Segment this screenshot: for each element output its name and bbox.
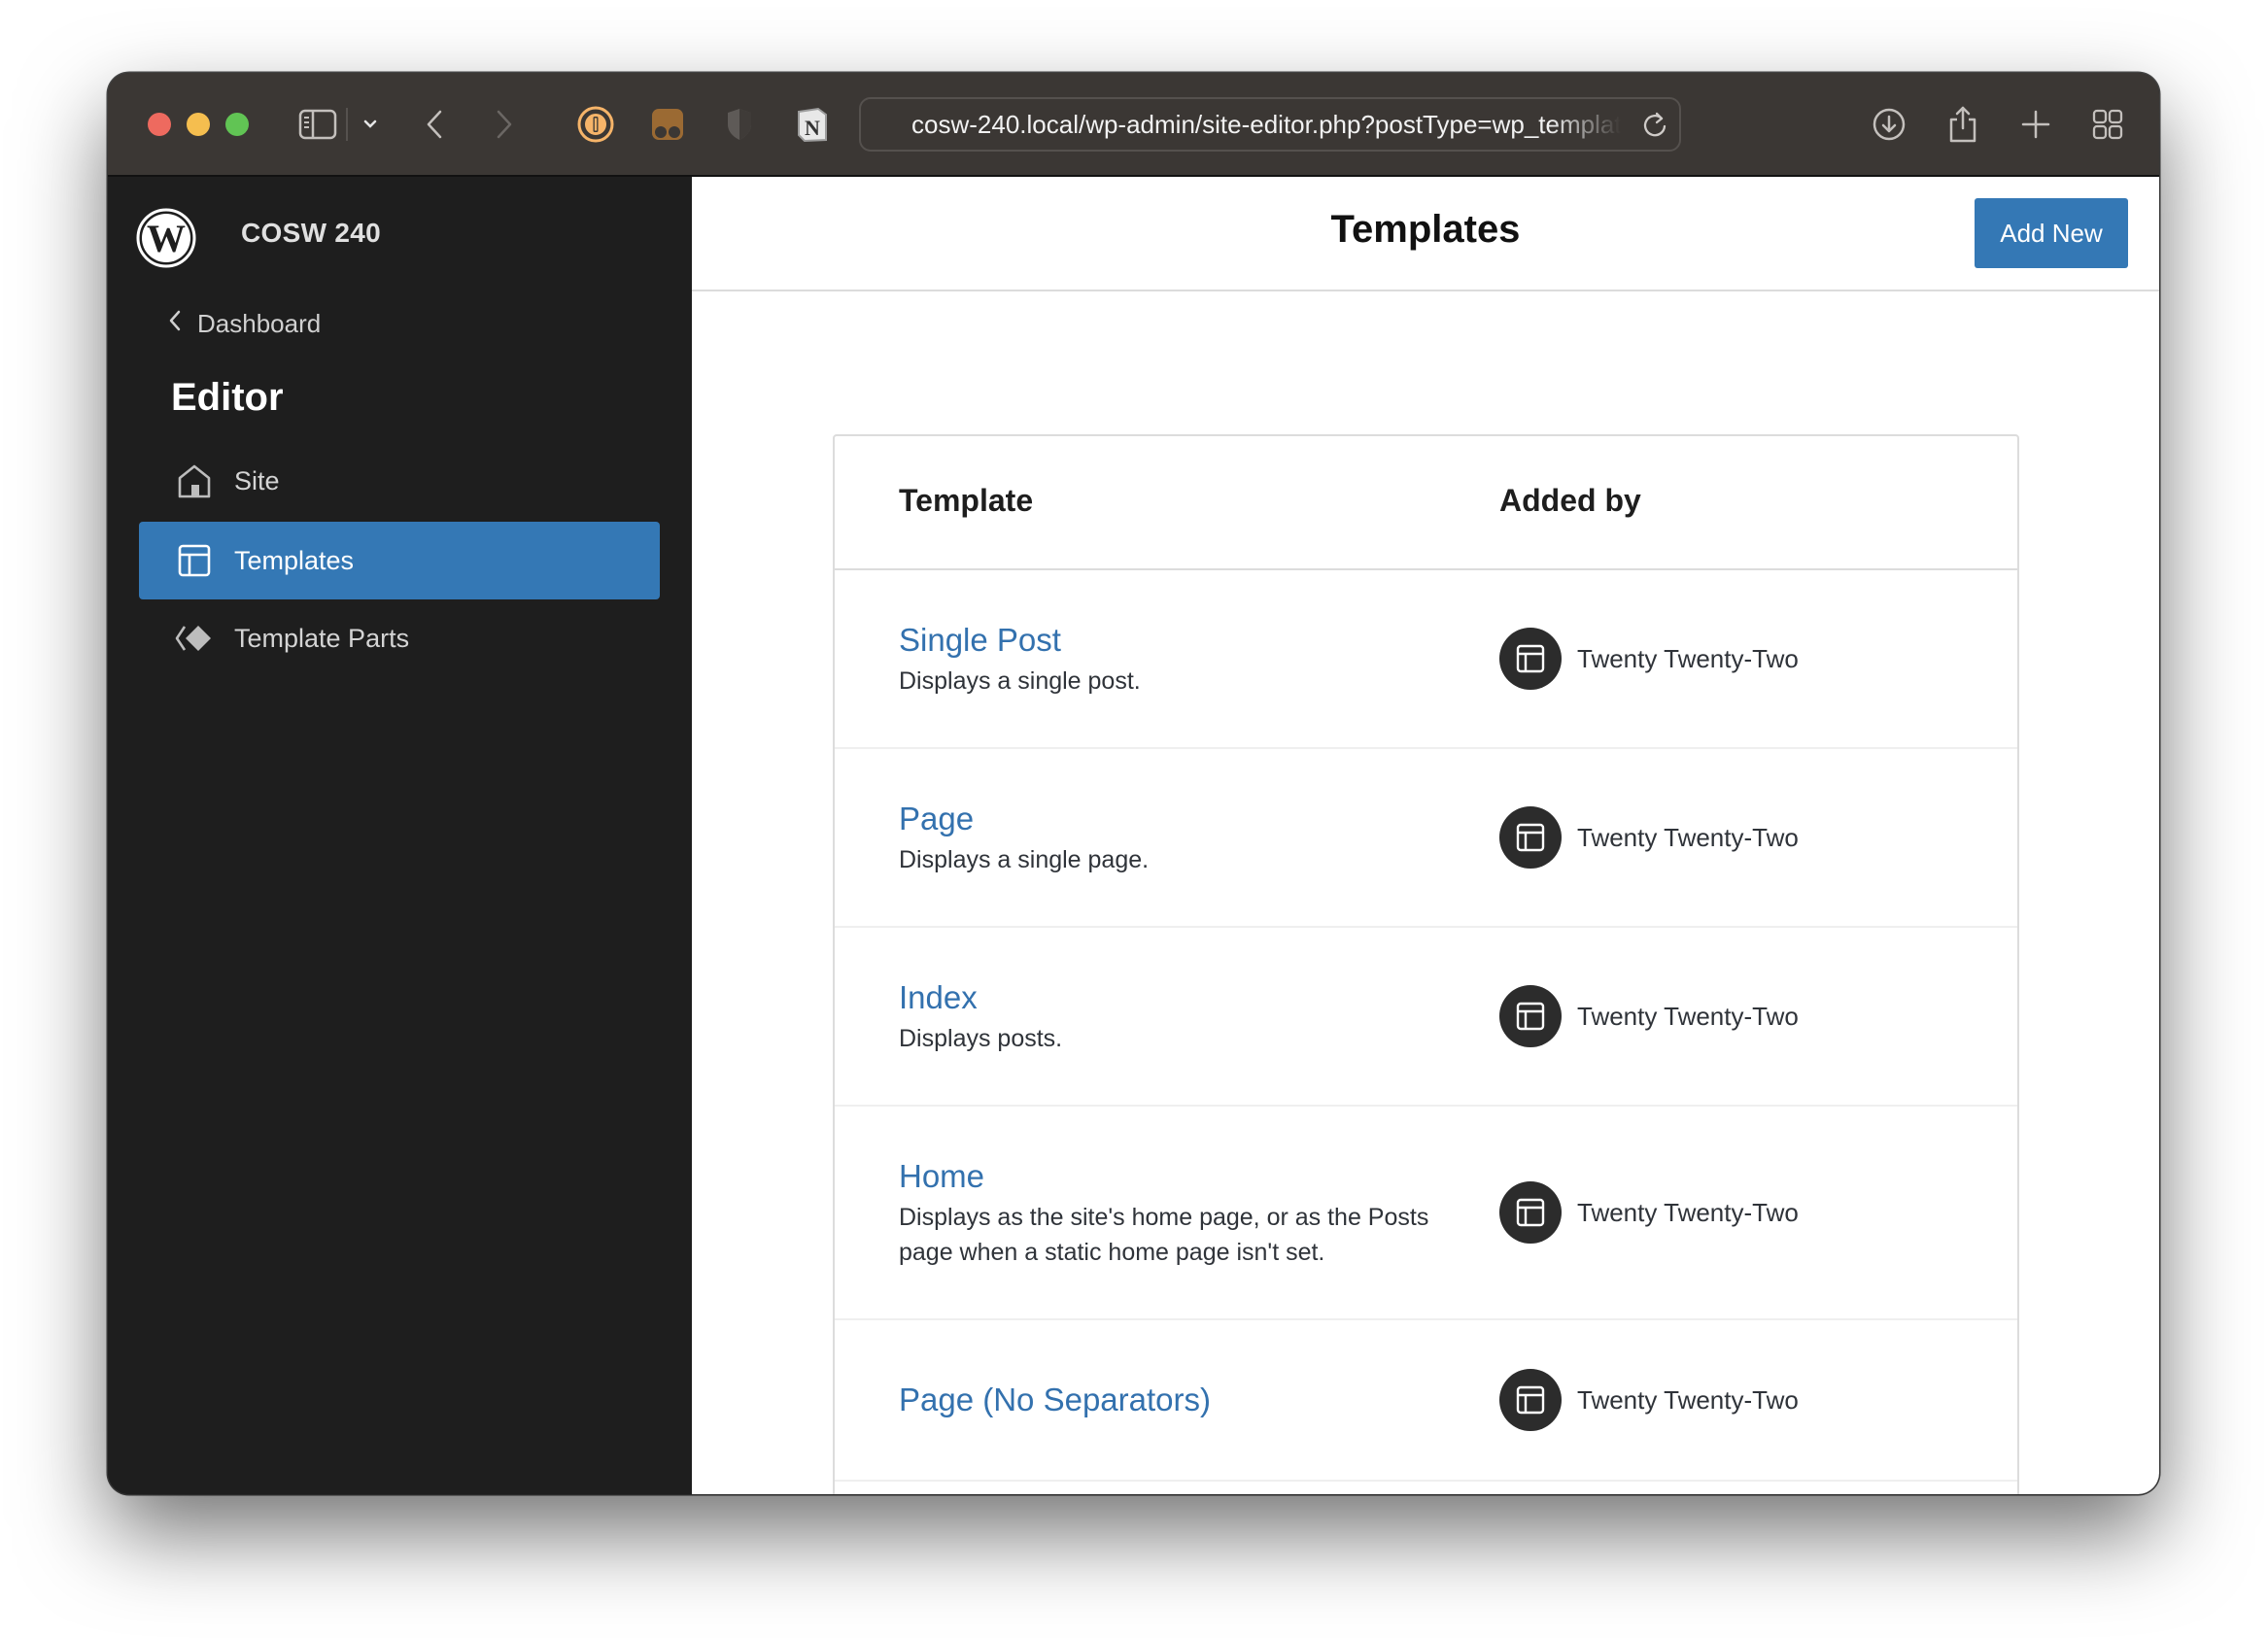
sidebar-item-site[interactable]: Site <box>139 442 660 520</box>
address-bar[interactable]: cosw-240.local/wp-admin/site-editor.php?… <box>859 97 1681 152</box>
tampermonkey-extension-icon[interactable] <box>648 106 687 143</box>
download-icon[interactable] <box>1871 106 1907 143</box>
main-content: Templates Add New Template Added by Sing… <box>692 177 2159 1494</box>
layout-icon <box>174 544 215 577</box>
page-header: Templates Add New <box>692 177 2159 291</box>
theme-layout-icon <box>1499 1181 1562 1244</box>
dashboard-back-link[interactable]: Dashboard <box>168 309 321 339</box>
template-link[interactable]: Index <box>899 976 1462 1019</box>
added-by-theme: Twenty Twenty-Two <box>1577 643 1799 673</box>
sidebar-item-templates[interactable]: Templates <box>139 522 660 599</box>
template-description: Displays as the site's home page, or as … <box>899 1204 1429 1266</box>
notion-extension-icon[interactable]: N <box>793 106 832 143</box>
back-arrow-icon[interactable] <box>421 106 448 143</box>
sidebar-item-template-parts[interactable]: Template Parts <box>139 599 660 677</box>
editor-heading: Editor <box>171 376 284 419</box>
zoom-window-button[interactable] <box>225 113 249 136</box>
sidebar-item-label: Template Parts <box>234 623 410 653</box>
editor-sidebar: W COSW 240 Dashboard Editor Site Templat… <box>108 177 692 1494</box>
chevron-down-icon[interactable] <box>359 106 382 143</box>
sidebar-toggle-icon[interactable] <box>297 106 338 143</box>
share-icon[interactable] <box>1944 106 1981 143</box>
wordpress-logo-icon[interactable]: W <box>136 208 196 268</box>
added-by-theme: Twenty Twenty-Two <box>1577 822 1799 852</box>
minimize-window-button[interactable] <box>187 113 210 136</box>
site-name[interactable]: COSW 240 <box>241 218 381 249</box>
toolbar-divider <box>346 108 348 141</box>
table-header: Template Added by <box>835 436 2017 570</box>
chevron-left-icon <box>168 309 182 339</box>
page-title: Templates <box>1330 208 1521 251</box>
privacy-shield-icon[interactable] <box>722 106 757 143</box>
template-link[interactable]: Page <box>899 798 1462 840</box>
column-header-template: Template <box>899 483 1034 518</box>
theme-layout-icon <box>1499 985 1562 1047</box>
tab-overview-icon[interactable] <box>2090 106 2125 143</box>
table-row: Home Displays as the site's home page, o… <box>835 1107 2017 1320</box>
symbol-filled-icon <box>174 625 215 652</box>
sidebar-item-label: Templates <box>234 545 355 575</box>
table-row: Single Post Displays a single post. Twen… <box>835 570 2017 749</box>
url-text[interactable]: cosw-240.local/wp-admin/site-editor.php?… <box>911 99 1621 150</box>
template-description: Displays posts. <box>899 1025 1063 1052</box>
sidebar-item-label: Site <box>234 465 280 495</box>
column-header-added-by: Added by <box>1499 483 1641 518</box>
added-by-theme: Twenty Twenty-Two <box>1577 1197 1799 1227</box>
template-link[interactable]: Home <box>899 1155 1453 1198</box>
theme-layout-icon <box>1499 628 1562 690</box>
table-row: Index Displays posts. Twenty Twenty-Two <box>835 928 2017 1107</box>
browser-toolbar: N cosw-240.local/wp-admin/site-editor.ph… <box>108 73 2159 177</box>
home-icon <box>174 463 215 498</box>
template-description: Displays a single post. <box>899 667 1141 695</box>
add-new-button[interactable]: Add New <box>1975 198 2128 268</box>
browser-window: N cosw-240.local/wp-admin/site-editor.ph… <box>108 73 2159 1494</box>
close-window-button[interactable] <box>148 113 171 136</box>
added-by-theme: Twenty Twenty-Two <box>1577 1384 1799 1415</box>
template-description: Displays a single page. <box>899 846 1150 873</box>
template-link[interactable]: Single Post <box>899 619 1462 662</box>
table-row-partial <box>835 1482 2017 1494</box>
table-row: Page Displays a single page. Twenty Twen… <box>835 749 2017 928</box>
reload-icon[interactable] <box>1640 110 1669 146</box>
dashboard-label: Dashboard <box>197 309 322 338</box>
new-tab-plus-icon[interactable] <box>2018 106 2053 143</box>
template-link[interactable]: Page (No Separators) <box>899 1379 1462 1421</box>
forward-arrow-icon[interactable] <box>491 106 518 143</box>
onepassword-extension-icon[interactable] <box>576 106 615 143</box>
svg-text:N: N <box>805 116 820 140</box>
templates-table: Template Added by Single Post Displays a… <box>833 434 2019 1494</box>
theme-layout-icon <box>1499 1369 1562 1431</box>
table-row: Page (No Separators) Twenty Twenty-Two <box>835 1320 2017 1482</box>
svg-text:W: W <box>147 217 186 260</box>
theme-layout-icon <box>1499 806 1562 869</box>
added-by-theme: Twenty Twenty-Two <box>1577 1001 1799 1031</box>
